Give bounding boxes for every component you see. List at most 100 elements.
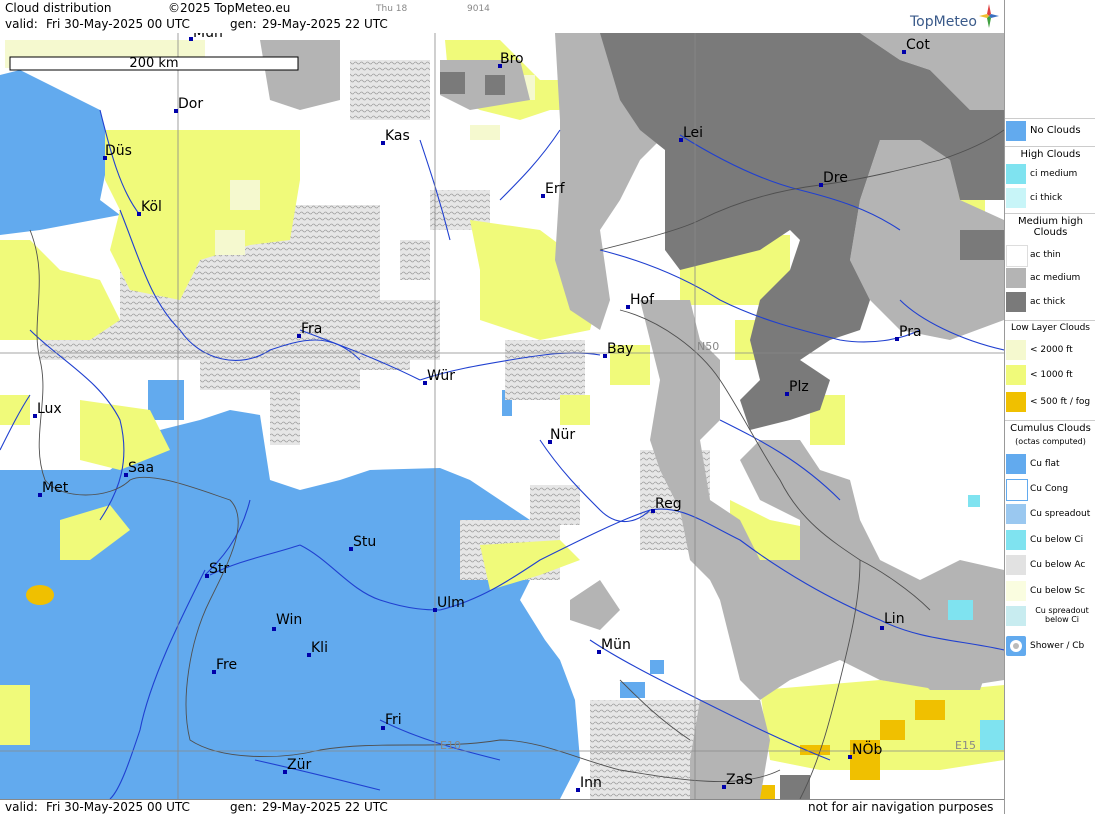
ac-thick-swatch xyxy=(1006,292,1026,312)
city-zur[interactable]: Zür xyxy=(287,757,311,773)
city-bro[interactable]: Bro xyxy=(500,51,524,67)
city-fri[interactable]: Fri xyxy=(385,712,402,728)
city-pra[interactable]: Pra xyxy=(899,324,922,340)
legend-cu-below-ac: Cu below Ac xyxy=(1005,555,1095,577)
high-clouds-title: High Clouds xyxy=(1005,146,1095,160)
shower-label: Shower / Cb xyxy=(1030,641,1085,651)
cu-below-ac-label: Cu below Ac xyxy=(1030,560,1086,570)
footer-valid-value: Fri 30-May-2025 00 UTC xyxy=(46,800,190,814)
city-reg[interactable]: Reg xyxy=(655,496,682,512)
low3-label: < 500 ft / fog xyxy=(1030,397,1091,407)
legend-shower: Shower / Cb xyxy=(1005,636,1095,658)
legend-ci-medium: ci medium xyxy=(1005,164,1095,186)
cumulus-title: Cumulus Clouds xyxy=(1005,420,1095,434)
scale-label: 200 km xyxy=(129,56,178,71)
low2-label: < 1000 ft xyxy=(1030,370,1073,380)
low1-swatch xyxy=(1006,340,1026,360)
cu-below-ci-swatch xyxy=(1006,530,1026,550)
cumulus-subtitle: (octas computed) xyxy=(1015,437,1086,446)
ac-medium-label: ac medium xyxy=(1030,273,1081,283)
legend-cu-flat: Cu flat xyxy=(1005,454,1095,476)
city-ulm[interactable]: Ulm xyxy=(437,595,465,611)
city-saa[interactable]: Saa xyxy=(128,460,154,476)
cu-spread-label: Cu spreadout xyxy=(1030,509,1091,519)
legend-low1: < 2000 ft xyxy=(1005,340,1095,362)
cu-below-ac-swatch xyxy=(1006,555,1026,575)
cu-spread-ci-label: Cu spreadout below Ci xyxy=(1035,606,1089,624)
city-erf[interactable]: Erf xyxy=(545,181,566,197)
cu-below-sc-swatch xyxy=(1006,581,1026,601)
city-str[interactable]: Str xyxy=(209,561,229,577)
map-canvas: N50 E10 E15 200 km Mün Bro Cot Dor Kas L… xyxy=(0,33,1004,799)
city-inn[interactable]: Inn xyxy=(580,775,602,791)
grid-label-e15: E15 xyxy=(955,739,976,752)
legend-cu-spread-ci: Cu spreadout below Ci xyxy=(1005,606,1095,632)
city-lei[interactable]: Lei xyxy=(683,125,703,141)
legend-cu-spread: Cu spreadout xyxy=(1005,504,1095,526)
cu-below-ci-label: Cu below Ci xyxy=(1030,535,1084,545)
footer-gen-label: gen: xyxy=(230,800,257,814)
city-nur[interactable]: Nür xyxy=(550,427,575,443)
cu-below-sc-label: Cu below Sc xyxy=(1030,586,1085,596)
map-footer: valid: Fri 30-May-2025 00 UTC gen: 29-Ma… xyxy=(0,799,1004,815)
cu-cong-swatch xyxy=(1006,479,1028,501)
footer-gen-value: 29-May-2025 22 UTC xyxy=(262,800,388,814)
ci-thick-label: ci thick xyxy=(1030,193,1063,203)
city-lin[interactable]: Lin xyxy=(884,611,905,627)
tab-9014[interactable]: 9014 xyxy=(467,4,490,14)
disclaimer: not for air navigation purposes xyxy=(808,800,994,814)
legend-panel: No Clouds High Clouds ci medium ci thick… xyxy=(1004,0,1095,814)
gen-value: 29-May-2025 22 UTC xyxy=(262,17,388,31)
low-clouds-title: Low Layer Clouds xyxy=(1005,320,1095,333)
scale-bar: 200 km xyxy=(9,56,299,71)
city-hof[interactable]: Hof xyxy=(630,292,655,308)
cu-spread-swatch xyxy=(1006,504,1026,524)
city-kli[interactable]: Kli xyxy=(311,640,328,656)
city-dus[interactable]: Düs xyxy=(105,143,132,159)
legend-ac-thin: ac thin xyxy=(1005,245,1095,267)
valid-label: valid: xyxy=(5,17,38,31)
city-fre[interactable]: Fre xyxy=(216,657,237,673)
legend-cu-below-sc: Cu below Sc xyxy=(1005,581,1095,603)
cu-flat-swatch xyxy=(1006,454,1026,474)
city-mun-top[interactable]: Mün xyxy=(193,33,223,41)
legend-no-clouds: No Clouds xyxy=(1005,118,1095,141)
legend-cu-cong: Cu Cong xyxy=(1005,479,1095,501)
city-met[interactable]: Met xyxy=(42,480,69,496)
city-nob[interactable]: NÖb xyxy=(852,740,882,758)
ac-medium-swatch xyxy=(1006,268,1026,288)
city-plz[interactable]: Plz xyxy=(789,379,809,395)
no-clouds-swatch xyxy=(1006,121,1026,141)
ac-thin-label: ac thin xyxy=(1030,250,1061,260)
legend-cu-below-ci: Cu below Ci xyxy=(1005,530,1095,552)
city-dre[interactable]: Dre xyxy=(823,170,848,186)
ci-medium-swatch xyxy=(1006,164,1026,184)
city-zas[interactable]: ZaS xyxy=(726,772,753,788)
legend-low2: < 1000 ft xyxy=(1005,365,1095,387)
city-cot[interactable]: Cot xyxy=(906,37,930,53)
cu-cong-label: Cu Cong xyxy=(1030,484,1069,494)
city-kol[interactable]: Köl xyxy=(141,199,162,215)
city-lux[interactable]: Lux xyxy=(37,401,62,417)
compass-logo-icon xyxy=(979,4,999,28)
topmeteo-logo[interactable]: TopMeteo xyxy=(910,14,977,30)
city-fra[interactable]: Fra xyxy=(301,321,322,337)
ac-thin-swatch xyxy=(1006,245,1028,267)
city-kas[interactable]: Kas xyxy=(385,128,410,144)
tab-thu18[interactable]: Thu 18 xyxy=(376,4,407,14)
city-stu[interactable]: Stu xyxy=(353,534,376,550)
cu-flat-label: Cu flat xyxy=(1030,459,1060,469)
city-bay[interactable]: Bay xyxy=(607,341,633,357)
mid-clouds-title: Medium high Clouds xyxy=(1005,213,1095,238)
legend-ci-thick: ci thick xyxy=(1005,188,1095,210)
grid-label-n50: N50 xyxy=(697,340,719,353)
cloud-map[interactable]: N50 E10 E15 200 km Mün Bro Cot Dor Kas L… xyxy=(0,33,1004,799)
map-header: Cloud distribution ©2025 TopMeteo.eu Thu… xyxy=(0,0,1004,34)
no-clouds-label: No Clouds xyxy=(1030,125,1081,136)
city-mun[interactable]: Mün xyxy=(601,637,631,653)
ci-medium-label: ci medium xyxy=(1030,169,1078,179)
city-wur[interactable]: Wür xyxy=(427,368,455,384)
low3-swatch xyxy=(1006,392,1026,412)
city-win[interactable]: Win xyxy=(276,612,302,628)
city-dor[interactable]: Dor xyxy=(178,96,203,112)
